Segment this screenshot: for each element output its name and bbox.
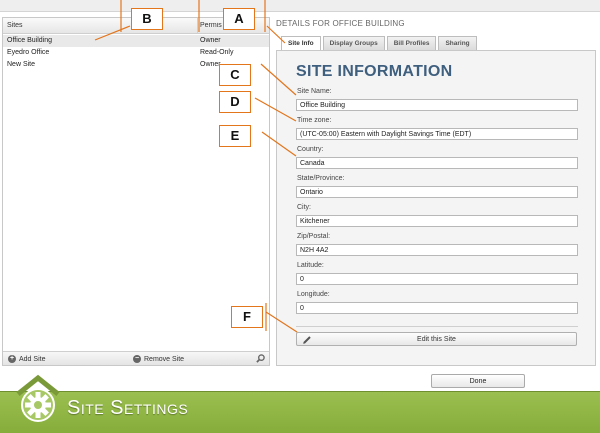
callout-c: C [219,64,251,86]
callout-e: E [219,125,251,147]
banner-title: Site Settings [67,397,189,419]
callout-lines [94,0,298,333]
callout-a: A [223,8,255,30]
callout-f: F [231,306,263,328]
callout-b: B [131,8,163,30]
callout-d: D [219,91,251,113]
gear-icon [16,374,60,422]
